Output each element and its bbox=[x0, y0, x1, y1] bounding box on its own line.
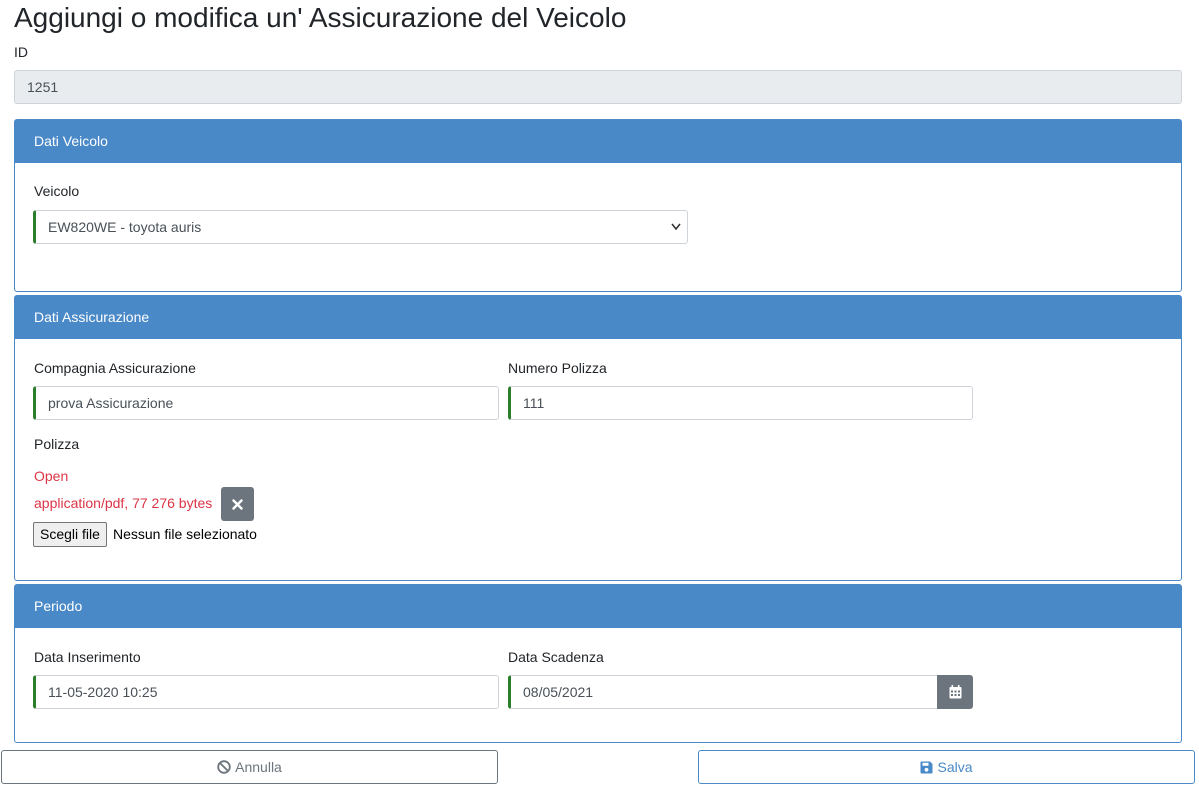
save-button-label: Salva bbox=[937, 759, 973, 775]
vehicle-select[interactable]: EW820WE - toyota auris bbox=[33, 210, 688, 244]
open-file-link[interactable]: Open bbox=[34, 468, 68, 484]
vehicle-select-value: EW820WE - toyota auris bbox=[48, 219, 202, 235]
remove-file-button[interactable] bbox=[221, 487, 254, 521]
expiry-date-label: Data Scadenza bbox=[508, 649, 604, 665]
ban-icon bbox=[217, 760, 231, 774]
calendar-icon bbox=[949, 685, 961, 699]
calendar-button[interactable] bbox=[937, 675, 973, 709]
vehicle-label: Veicolo bbox=[34, 183, 80, 199]
policy-number-input[interactable]: 111 bbox=[508, 386, 973, 420]
company-label: Compagnia Assicurazione bbox=[34, 360, 196, 376]
policy-number-label: Numero Polizza bbox=[508, 360, 607, 376]
file-info: application/pdf, 77 276 bytes bbox=[34, 495, 213, 511]
period-card-header: Periodo bbox=[15, 585, 1181, 628]
insert-date-label: Data Inserimento bbox=[34, 649, 141, 665]
policy-label: Polizza bbox=[34, 436, 80, 452]
period-card: Periodo Data Inserimento 11-05-2020 10:2… bbox=[14, 584, 1182, 743]
page-title: Aggiungi o modifica un' Assicurazione de… bbox=[14, 2, 627, 33]
no-file-text: Nessun file selezionato bbox=[113, 526, 257, 542]
close-icon bbox=[232, 498, 243, 510]
vehicle-card-header: Dati Veicolo bbox=[15, 120, 1181, 163]
company-input[interactable]: prova Assicurazione bbox=[33, 386, 499, 420]
insert-date-input[interactable]: 11-05-2020 10:25 bbox=[33, 675, 499, 709]
id-label: ID bbox=[14, 44, 28, 60]
expiry-date-input[interactable]: 08/05/2021 bbox=[508, 675, 938, 709]
cancel-button-label: Annulla bbox=[235, 759, 282, 775]
save-icon bbox=[920, 761, 933, 773]
insurance-card: Dati Assicurazione Compagnia Assicurazio… bbox=[14, 295, 1182, 581]
vehicle-card: Dati Veicolo Veicolo EW820WE - toyota au… bbox=[14, 119, 1182, 292]
save-button[interactable]: Salva bbox=[698, 750, 1195, 784]
cancel-button[interactable]: Annulla bbox=[1, 750, 498, 784]
chevron-down-icon bbox=[671, 223, 681, 231]
choose-file-button[interactable]: Scegli file bbox=[33, 522, 107, 547]
insurance-card-header: Dati Assicurazione bbox=[15, 296, 1181, 339]
id-field: 1251 bbox=[14, 70, 1182, 104]
